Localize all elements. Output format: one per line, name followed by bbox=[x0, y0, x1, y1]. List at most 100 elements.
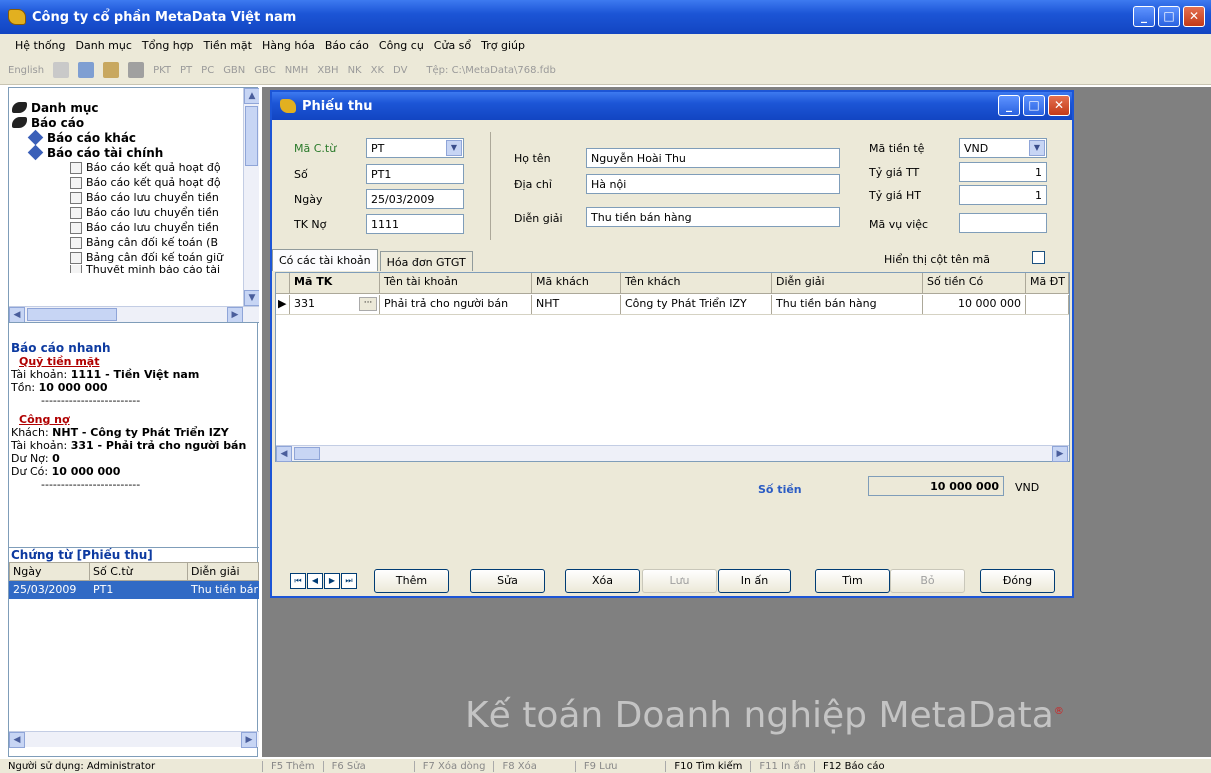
minimize-icon[interactable]: _ bbox=[1133, 6, 1155, 27]
tk-no-field[interactable]: 1111 bbox=[366, 214, 464, 234]
column-header[interactable]: Ngày bbox=[9, 562, 90, 581]
ty-gia-ht-field[interactable]: 1 bbox=[959, 185, 1047, 205]
toolbar-pc[interactable]: PC bbox=[201, 65, 214, 76]
menu-tro-giup[interactable]: Trợ giúp bbox=[476, 39, 530, 52]
column-header[interactable]: Mã khách bbox=[532, 273, 621, 293]
tien-te-select[interactable]: VND ▼ bbox=[959, 138, 1047, 158]
tree-item[interactable]: Bảng cân đối kế toán (B bbox=[12, 235, 259, 250]
table-cell[interactable]: 10 000 000 bbox=[923, 295, 1026, 314]
calculator-icon[interactable] bbox=[78, 62, 95, 78]
menu-cong-cu[interactable]: Công cụ bbox=[374, 39, 429, 52]
language-selector[interactable]: English bbox=[8, 65, 44, 76]
cancel-button[interactable]: Bỏ bbox=[890, 569, 965, 593]
column-header[interactable]: Diễn giải bbox=[187, 562, 259, 581]
search-button[interactable]: Tìm bbox=[815, 569, 890, 593]
ty-gia-tt-field[interactable]: 1 bbox=[959, 162, 1047, 182]
tree-danh-muc[interactable]: Danh mục bbox=[12, 100, 259, 115]
save-button[interactable]: Lưu bbox=[642, 569, 717, 593]
toolbar-pt[interactable]: PT bbox=[180, 65, 192, 76]
table-cell[interactable]: Thu tiền bán hàng bbox=[772, 295, 923, 314]
column-header[interactable]: Mã TK bbox=[290, 273, 380, 293]
ngay-field[interactable]: 25/03/2009 bbox=[366, 189, 464, 209]
toolbar-gbc[interactable]: GBC bbox=[254, 65, 275, 76]
debt-link[interactable]: Công nợ bbox=[19, 413, 259, 426]
voucher-horizontal-scrollbar[interactable]: ◀ ▶ bbox=[9, 731, 259, 748]
tree-bao-cao-tai-chinh[interactable]: Báo cáo tài chính bbox=[12, 144, 259, 161]
column-header[interactable]: Mã ĐT bbox=[1026, 273, 1069, 293]
close-button[interactable]: Đóng bbox=[980, 569, 1055, 593]
tree-item[interactable]: Thuyết minh báo cáo tài bbox=[12, 265, 259, 273]
chevron-right-icon[interactable]: ▶ bbox=[1052, 446, 1068, 462]
users-icon[interactable] bbox=[103, 62, 120, 78]
toolbar-xbh[interactable]: XBH bbox=[317, 65, 338, 76]
edit-button[interactable]: Sửa bbox=[470, 569, 545, 593]
menu-bao-cao[interactable]: Báo cáo bbox=[320, 39, 374, 52]
chevron-left-icon[interactable]: ◀ bbox=[276, 446, 292, 462]
table-cell[interactable]: 331 ··· bbox=[290, 295, 380, 314]
tree-item[interactable]: Báo cáo lưu chuyển tiền bbox=[12, 205, 259, 220]
ellipsis-icon[interactable]: ··· bbox=[359, 297, 377, 311]
cash-fund-link[interactable]: Quỹ tiền mặt bbox=[19, 355, 259, 368]
table-row[interactable]: ▶ 331 ··· Phải trả cho người bán NHT Công… bbox=[276, 295, 1069, 315]
grid-horizontal-scrollbar[interactable]: ◀ ▶ bbox=[276, 445, 1069, 462]
tree-item[interactable]: Báo cáo kết quả hoạt độ bbox=[12, 175, 259, 190]
table-cell[interactable]: Phải trả cho người bán bbox=[380, 295, 532, 314]
last-record-icon[interactable]: ⏭ bbox=[341, 573, 357, 589]
delete-button[interactable]: Xóa bbox=[565, 569, 640, 593]
menu-cua-so[interactable]: Cửa sổ bbox=[429, 39, 476, 52]
table-cell[interactable]: Công ty Phát Triển IZY bbox=[621, 295, 772, 314]
column-header[interactable]: Tên khách bbox=[621, 273, 772, 293]
toolbar-nk[interactable]: NK bbox=[348, 65, 362, 76]
column-header[interactable]: Số C.từ bbox=[89, 562, 188, 581]
chevron-left-icon[interactable]: ◀ bbox=[9, 307, 25, 322]
close-icon[interactable]: ✕ bbox=[1048, 95, 1070, 116]
next-record-icon[interactable]: ▶ bbox=[324, 573, 340, 589]
chevron-down-icon[interactable]: ▼ bbox=[244, 290, 259, 306]
tree-item[interactable]: Báo cáo lưu chuyển tiền bbox=[12, 220, 259, 235]
tab-hoa-don-gtgt[interactable]: Hóa đơn GTGT bbox=[379, 251, 473, 271]
ma-vu-viec-field[interactable] bbox=[959, 213, 1047, 233]
chevron-right-icon[interactable]: ▶ bbox=[227, 307, 243, 322]
dien-giai-field[interactable]: Thu tiền bán hàng bbox=[586, 207, 840, 227]
tree-bao-cao-khac[interactable]: Báo cáo khác bbox=[12, 129, 259, 146]
filter-icon[interactable] bbox=[128, 62, 145, 78]
column-header[interactable]: Diễn giải bbox=[772, 273, 923, 293]
table-cell[interactable]: NHT bbox=[532, 295, 621, 314]
toolbar-pkt[interactable]: PKT bbox=[153, 65, 171, 76]
ma-ct-select[interactable]: PT ▼ bbox=[366, 138, 464, 158]
column-header[interactable]: Tên tài khoản bbox=[380, 273, 532, 293]
tree-item[interactable]: Báo cáo lưu chuyển tiền bbox=[12, 190, 259, 205]
menu-hang-hoa[interactable]: Hàng hóa bbox=[257, 39, 320, 52]
add-button[interactable]: Thêm bbox=[374, 569, 449, 593]
menu-tien-mat[interactable]: Tiền mặt bbox=[199, 39, 257, 52]
tree-horizontal-scrollbar[interactable]: ◀ ▶ bbox=[9, 306, 259, 322]
tree-item[interactable]: Báo cáo kết quả hoạt độ bbox=[12, 160, 259, 175]
so-field[interactable]: PT1 bbox=[366, 164, 464, 184]
tree-vertical-scrollbar[interactable]: ▲ ▼ bbox=[243, 88, 259, 306]
arrow-down-icon[interactable] bbox=[53, 62, 70, 78]
dia-chi-field[interactable]: Hà nội bbox=[586, 174, 840, 194]
tree-bao-cao[interactable]: Báo cáo bbox=[12, 115, 259, 130]
close-icon[interactable]: ✕ bbox=[1183, 6, 1205, 27]
chevron-up-icon[interactable]: ▲ bbox=[244, 88, 259, 104]
print-button[interactable]: In ấn bbox=[718, 569, 791, 593]
previous-record-icon[interactable]: ◀ bbox=[307, 573, 323, 589]
chevron-right-icon[interactable]: ▶ bbox=[241, 732, 257, 748]
column-header[interactable]: Số tiền Có bbox=[923, 273, 1026, 293]
first-record-icon[interactable]: ⏮ bbox=[290, 573, 306, 589]
menu-danh-muc[interactable]: Danh mục bbox=[71, 39, 137, 52]
minimize-icon[interactable]: _ bbox=[998, 95, 1020, 116]
tree-item[interactable]: Bảng cân đối kế toán giữ bbox=[12, 250, 259, 265]
ho-ten-field[interactable]: Nguyễn Hoài Thu bbox=[586, 148, 840, 168]
chevron-left-icon[interactable]: ◀ bbox=[9, 732, 25, 748]
toolbar-nmh[interactable]: NMH bbox=[285, 65, 309, 76]
tab-co-cac-tai-khoan[interactable]: Có các tài khoản bbox=[272, 249, 378, 271]
chevron-down-icon[interactable]: ▼ bbox=[446, 140, 462, 156]
chevron-down-icon[interactable]: ▼ bbox=[1029, 140, 1045, 156]
show-code-checkbox[interactable] bbox=[1032, 251, 1045, 264]
maximize-icon[interactable]: □ bbox=[1158, 6, 1180, 27]
menu-he-thong[interactable]: Hệ thống bbox=[10, 39, 71, 52]
table-row[interactable]: 25/03/2009 PT1 Thu tiền bán hàng bbox=[9, 580, 259, 599]
toolbar-gbn[interactable]: GBN bbox=[223, 65, 245, 76]
menu-tong-hop[interactable]: Tổng hợp bbox=[137, 39, 199, 52]
